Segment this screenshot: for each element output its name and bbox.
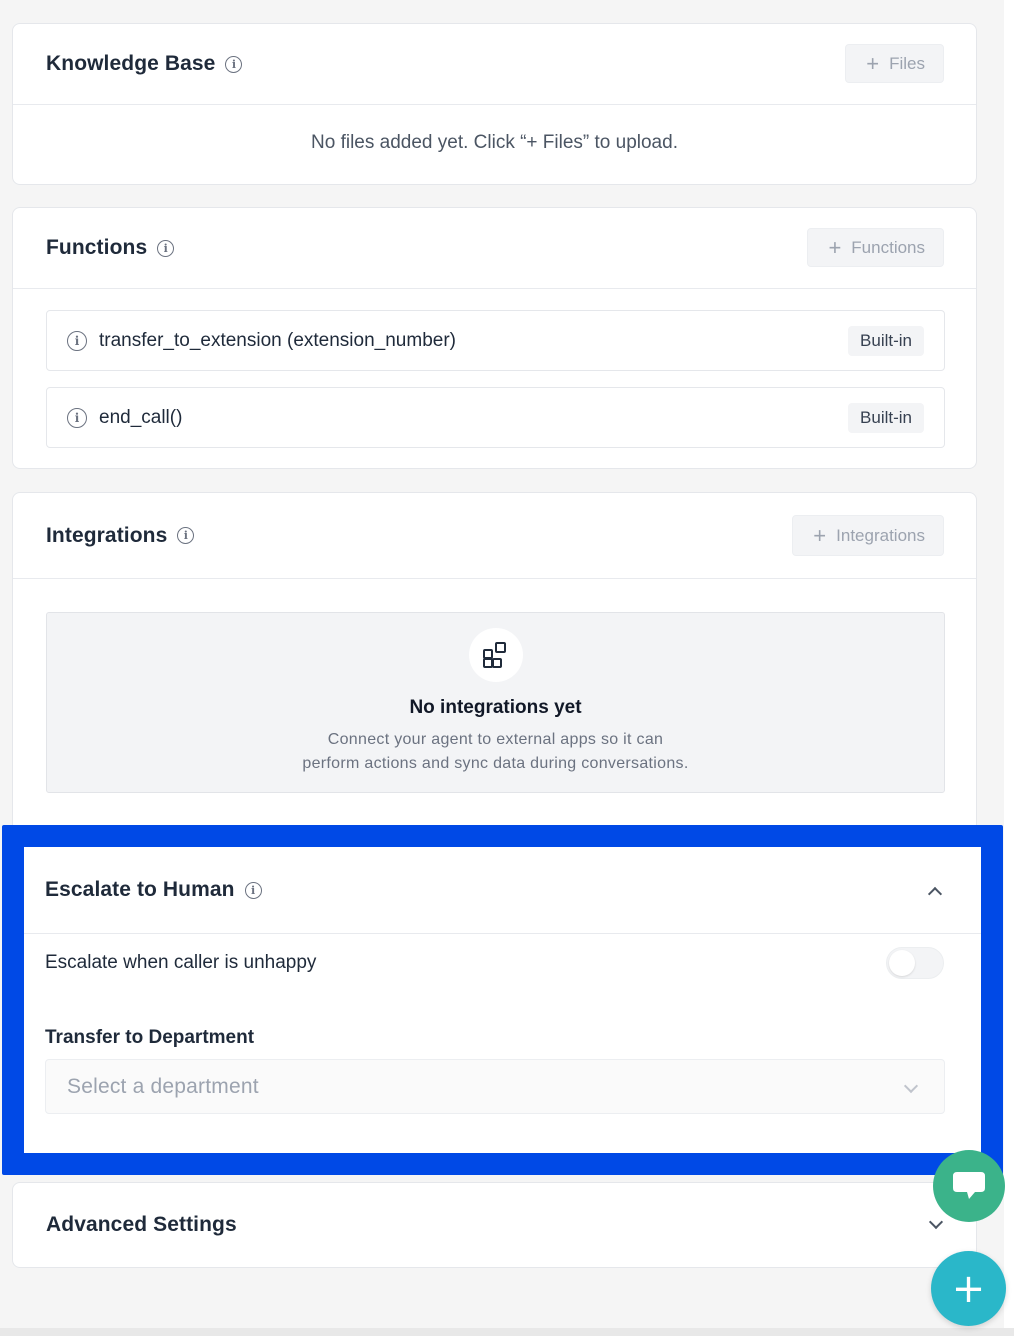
escalate-unhappy-toggle[interactable]	[886, 947, 944, 979]
integrations-empty-description: Connect your agent to external apps so i…	[47, 728, 944, 776]
advanced-settings-header[interactable]: Advanced Settings	[13, 1183, 976, 1267]
info-icon[interactable]: i	[157, 239, 175, 257]
function-name: transfer_to_extension (extension_number)	[99, 329, 456, 351]
info-icon[interactable]: i	[225, 55, 243, 73]
functions-header: Functions i + Functions	[13, 208, 976, 289]
toggle-knob	[889, 950, 915, 976]
escalate-title: Escalate to Human	[45, 878, 235, 901]
info-icon[interactable]: i	[177, 527, 195, 544]
chevron-down-icon	[903, 1078, 919, 1094]
function-row[interactable]: i transfer_to_extension (extension_numbe…	[46, 310, 945, 371]
escalate-toggle-label: Escalate when caller is unhappy	[45, 952, 317, 973]
integrations-header: Integrations i + Integrations	[13, 493, 976, 579]
add-files-button[interactable]: + Files	[845, 44, 944, 83]
page-bottom-edge	[0, 1328, 1014, 1336]
built-in-badge: Built-in	[848, 326, 924, 356]
department-select[interactable]: Select a department	[45, 1059, 945, 1114]
info-icon[interactable]: i	[67, 407, 87, 428]
function-name: end_call()	[99, 406, 183, 428]
add-action-button[interactable]: +	[931, 1251, 1006, 1326]
chat-widget-button[interactable]	[933, 1150, 1005, 1222]
escalate-header[interactable]: Escalate to Human i	[24, 847, 981, 934]
add-functions-label: Functions	[851, 237, 925, 257]
integrations-card: Integrations i + Integrations No integra…	[12, 492, 977, 832]
functions-card: Functions i + Functions i transfer_to_ex…	[12, 207, 977, 469]
integrations-empty-desc-line1: Connect your agent to external apps so i…	[327, 731, 664, 748]
escalate-to-human-card: Escalate to Human i Escalate when caller…	[24, 847, 981, 1153]
integrations-empty-title: No integrations yet	[409, 697, 582, 718]
plus-icon: +	[813, 522, 827, 548]
advanced-settings-title: Advanced Settings	[46, 1213, 237, 1236]
info-icon[interactable]: i	[244, 881, 262, 899]
knowledge-base-title: Knowledge Base	[46, 52, 216, 75]
plus-icon: +	[828, 234, 842, 260]
knowledge-base-empty-message: No files added yet. Click “+ Files” to u…	[311, 132, 678, 153]
integrations-empty-desc-line2: perform actions and sync data during con…	[302, 755, 689, 772]
add-functions-button[interactable]: + Functions	[807, 228, 944, 267]
integrations-title: Integrations	[46, 523, 168, 547]
page-scrollbar-track[interactable]	[1004, 0, 1014, 1336]
add-files-label: Files	[889, 53, 925, 73]
transfer-department-label: Transfer to Department	[45, 1027, 255, 1048]
plus-icon: +	[866, 50, 880, 76]
add-integrations-label: Integrations	[836, 525, 925, 545]
department-select-placeholder: Select a department	[67, 1074, 259, 1098]
knowledge-base-card: Knowledge Base i + Files No files added …	[12, 23, 977, 185]
built-in-badge: Built-in	[848, 403, 924, 433]
chevron-down-icon[interactable]	[928, 1214, 944, 1230]
function-row[interactable]: i end_call() Built-in	[46, 387, 945, 448]
chevron-up-icon[interactable]	[927, 886, 943, 902]
chat-bubble-icon	[953, 1172, 985, 1199]
advanced-settings-card[interactable]: Advanced Settings	[12, 1182, 977, 1268]
info-icon[interactable]: i	[67, 330, 87, 351]
knowledge-base-header: Knowledge Base i + Files	[13, 24, 976, 105]
functions-title: Functions	[46, 236, 148, 259]
apps-grid-icon	[468, 628, 523, 682]
integrations-empty-state: No integrations yet Connect your agent t…	[46, 612, 945, 793]
add-integrations-button[interactable]: + Integrations	[792, 515, 944, 556]
